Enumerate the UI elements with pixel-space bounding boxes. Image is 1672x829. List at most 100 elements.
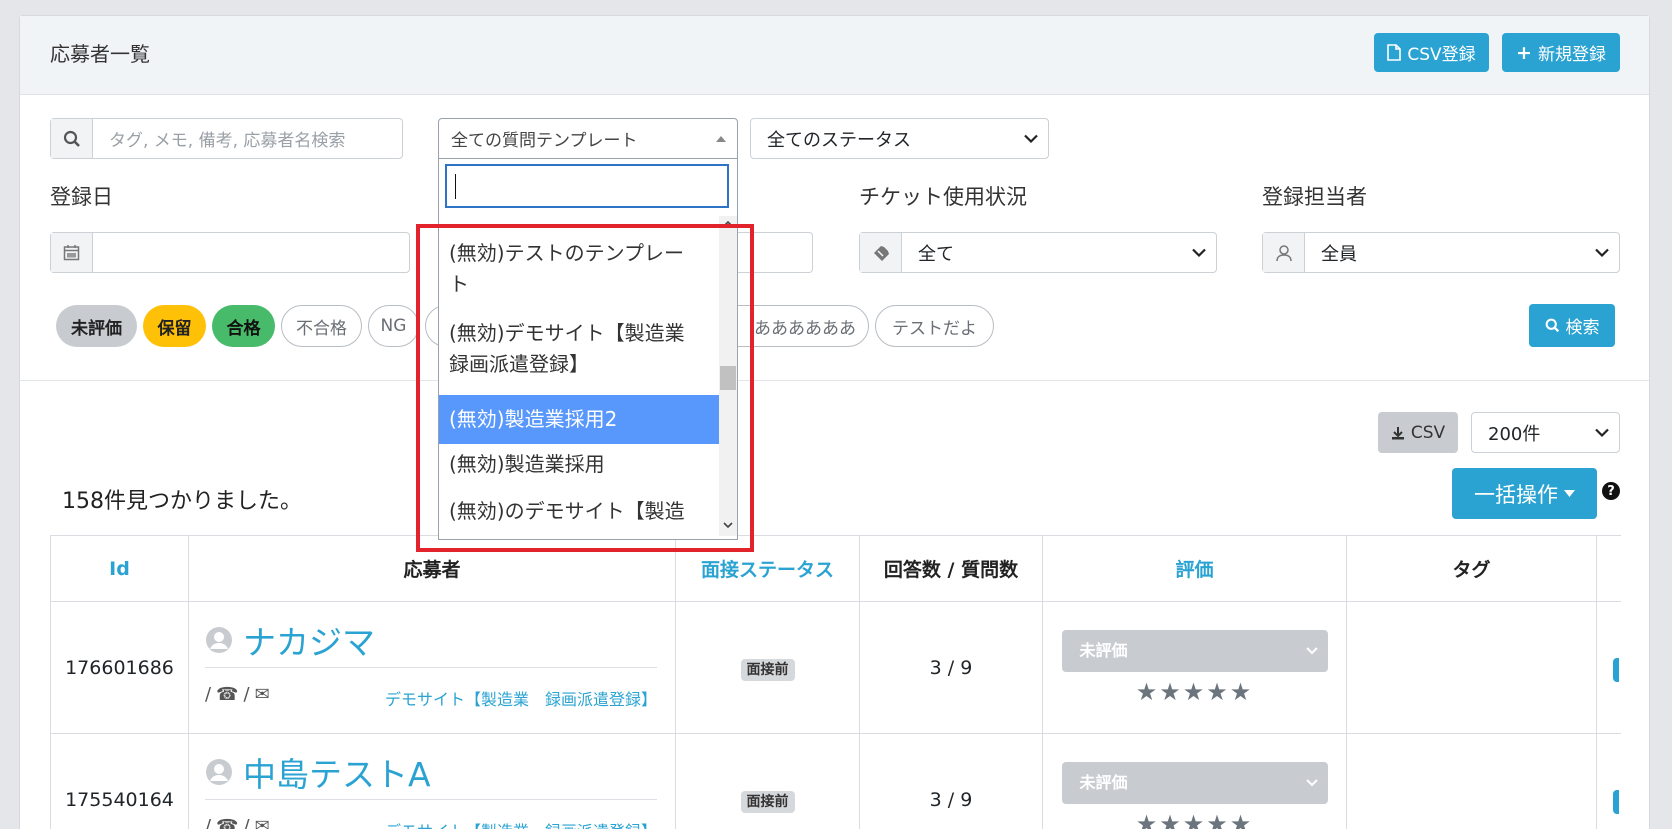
per-page-select[interactable]: 200件 (1471, 412, 1620, 453)
row-answers: 3 / 9 (859, 733, 1043, 829)
ticket-select[interactable]: 全て (859, 232, 1217, 273)
mail-icon: ✉ (254, 684, 270, 705)
chevron-down-icon (1192, 248, 1206, 257)
owner-select-value: 全員 (1321, 243, 1357, 265)
csv-download-label: CSV (1410, 422, 1446, 443)
row-id: 175540164 (50, 733, 189, 829)
row-eval-cell: 未評価 ★★★★★ (1042, 733, 1347, 829)
phone-icon: ☎ (216, 816, 239, 829)
row-eval-cell: 未評価 ★★★★★ (1042, 601, 1347, 734)
column-extra (1596, 535, 1621, 602)
contact-separator: / (243, 684, 250, 705)
csv-register-button[interactable]: CSV登録 (1374, 33, 1489, 72)
chevron-down-icon (1305, 778, 1318, 786)
user-avatar-icon (206, 759, 232, 785)
evaluation-value: 未評価 (1079, 640, 1128, 660)
column-id[interactable]: Id (50, 535, 189, 602)
search-button-label: 検索 (1565, 318, 1600, 338)
highlight-box (416, 224, 754, 552)
page-title: 応募者一覧 (50, 42, 150, 66)
rating-stars[interactable]: ★★★★★ (1043, 678, 1346, 706)
contact-separator: / (205, 816, 212, 829)
chevron-down-icon (1595, 248, 1609, 257)
template-select[interactable]: 全ての質問テンプレート (438, 118, 738, 159)
section-divider (20, 380, 1649, 381)
caret-up-icon (716, 135, 726, 142)
applicant-divider (205, 667, 657, 668)
status-badge: 面接前 (740, 790, 795, 813)
status-select[interactable]: 全てのステータス (750, 118, 1049, 159)
pill-hold[interactable]: 保留 (143, 305, 206, 347)
template-link[interactable]: デモサイト【製造業 録画派遣登録】 (385, 818, 657, 829)
ticket-label: チケット使用状況 (859, 185, 1027, 209)
ticket-select-value: 全て (918, 243, 954, 265)
status-badge: 面接前 (740, 658, 795, 681)
text-cursor (455, 174, 456, 199)
owner-select[interactable]: 全員 (1262, 232, 1620, 273)
evaluation-value: 未評価 (1079, 772, 1128, 792)
pill-pass[interactable]: 合格 (212, 305, 275, 347)
table-header-row: Id 応募者 面接ステータス 回答数 / 質問数 評価 タグ (50, 535, 1621, 602)
plus-icon: + (1516, 41, 1532, 64)
date-field[interactable] (50, 232, 410, 273)
search-field[interactable]: タグ, メモ, 備考, 応募者名検索 (50, 118, 403, 159)
column-evaluation[interactable]: 評価 (1042, 535, 1347, 602)
evaluation-select[interactable]: 未評価 (1061, 761, 1328, 804)
file-icon (1387, 44, 1402, 61)
row-action-button[interactable] (1613, 658, 1619, 682)
row-extra-cell (1596, 601, 1621, 734)
column-tags: タグ (1346, 535, 1597, 602)
applicant-name-link[interactable]: ナカジマ (243, 616, 375, 664)
table-row: 175540164 中島テストA / ☎ / ✉ 面接前 3 / 9 未評価 ★… (50, 733, 1621, 829)
applicant-table: Id 応募者 面接ステータス 回答数 / 質問数 評価 タグ 176601686… (50, 535, 1621, 829)
search-button[interactable]: 検索 (1529, 304, 1615, 347)
pill-test[interactable]: テストだよ (875, 305, 994, 347)
chevron-down-icon (1024, 134, 1038, 143)
search-icon (51, 119, 93, 158)
row-applicant-cell: ナカジマ / ☎ / ✉ デモサイト【製造業 録画派遣登録】 (188, 601, 676, 734)
bulk-action-label: 一括操作 (1474, 482, 1558, 507)
chevron-down-icon (1595, 428, 1609, 437)
row-status-cell: 面接前 (675, 601, 860, 734)
status-select-value: 全てのステータス (767, 129, 911, 151)
contact-separator: / (243, 816, 250, 829)
row-id: 176601686 (50, 601, 189, 734)
applicant-name-link[interactable]: 中島テストA (243, 748, 431, 796)
row-tags-cell (1346, 601, 1597, 734)
download-icon (1391, 426, 1404, 439)
search-icon (1545, 318, 1559, 333)
user-avatar-icon (206, 627, 232, 653)
bulk-action-button[interactable]: 一括操作 (1452, 468, 1597, 519)
new-register-label: 新規登録 (1537, 45, 1606, 65)
row-action-button[interactable] (1613, 790, 1619, 814)
csv-register-label: CSV登録 (1407, 45, 1476, 65)
csv-download-button[interactable]: CSV (1378, 412, 1458, 453)
column-answers: 回答数 / 質問数 (859, 535, 1043, 602)
pill-fail[interactable]: 不合格 (281, 305, 362, 347)
template-link[interactable]: デモサイト【製造業 録画派遣登録】 (385, 686, 657, 710)
table-row: 176601686 ナカジマ / ☎ / ✉ デモサイト【製造業 録画派遣登録】… (50, 601, 1621, 734)
chevron-down-icon (1305, 646, 1318, 654)
contact-separator: / (205, 684, 212, 705)
pill-ng[interactable]: NG (368, 305, 419, 347)
rating-stars[interactable]: ★★★★★ (1043, 810, 1346, 829)
ticket-icon (860, 233, 902, 272)
phone-icon: ☎ (216, 684, 239, 705)
row-answers: 3 / 9 (859, 601, 1043, 734)
dropdown-search-input[interactable] (445, 164, 729, 208)
date-label: 登録日 (50, 185, 113, 209)
row-tags-cell (1346, 733, 1597, 829)
new-register-button[interactable]: + 新規登録 (1502, 33, 1620, 72)
row-applicant-cell: 中島テストA / ☎ / ✉ デモサイト【製造業 録画派遣登録】 (188, 733, 676, 829)
pill-unrated[interactable]: 未評価 (56, 305, 137, 347)
owner-label: 登録担当者 (1262, 185, 1367, 209)
evaluation-select[interactable]: 未評価 (1061, 629, 1328, 672)
result-count: 158件見つかりました。 (62, 489, 302, 514)
caret-down-icon (1564, 490, 1575, 497)
template-select-value: 全ての質問テンプレート (451, 131, 638, 151)
help-icon[interactable]: ? (1602, 482, 1620, 500)
search-input[interactable]: タグ, メモ, 備考, 応募者名検索 (93, 126, 402, 151)
applicant-divider (205, 799, 657, 800)
applicant-list-card: 応募者一覧 CSV登録 + 新規登録 タグ, メモ, 備考, 応募者名検索 全て… (19, 15, 1650, 829)
row-status-cell: 面接前 (675, 733, 860, 829)
